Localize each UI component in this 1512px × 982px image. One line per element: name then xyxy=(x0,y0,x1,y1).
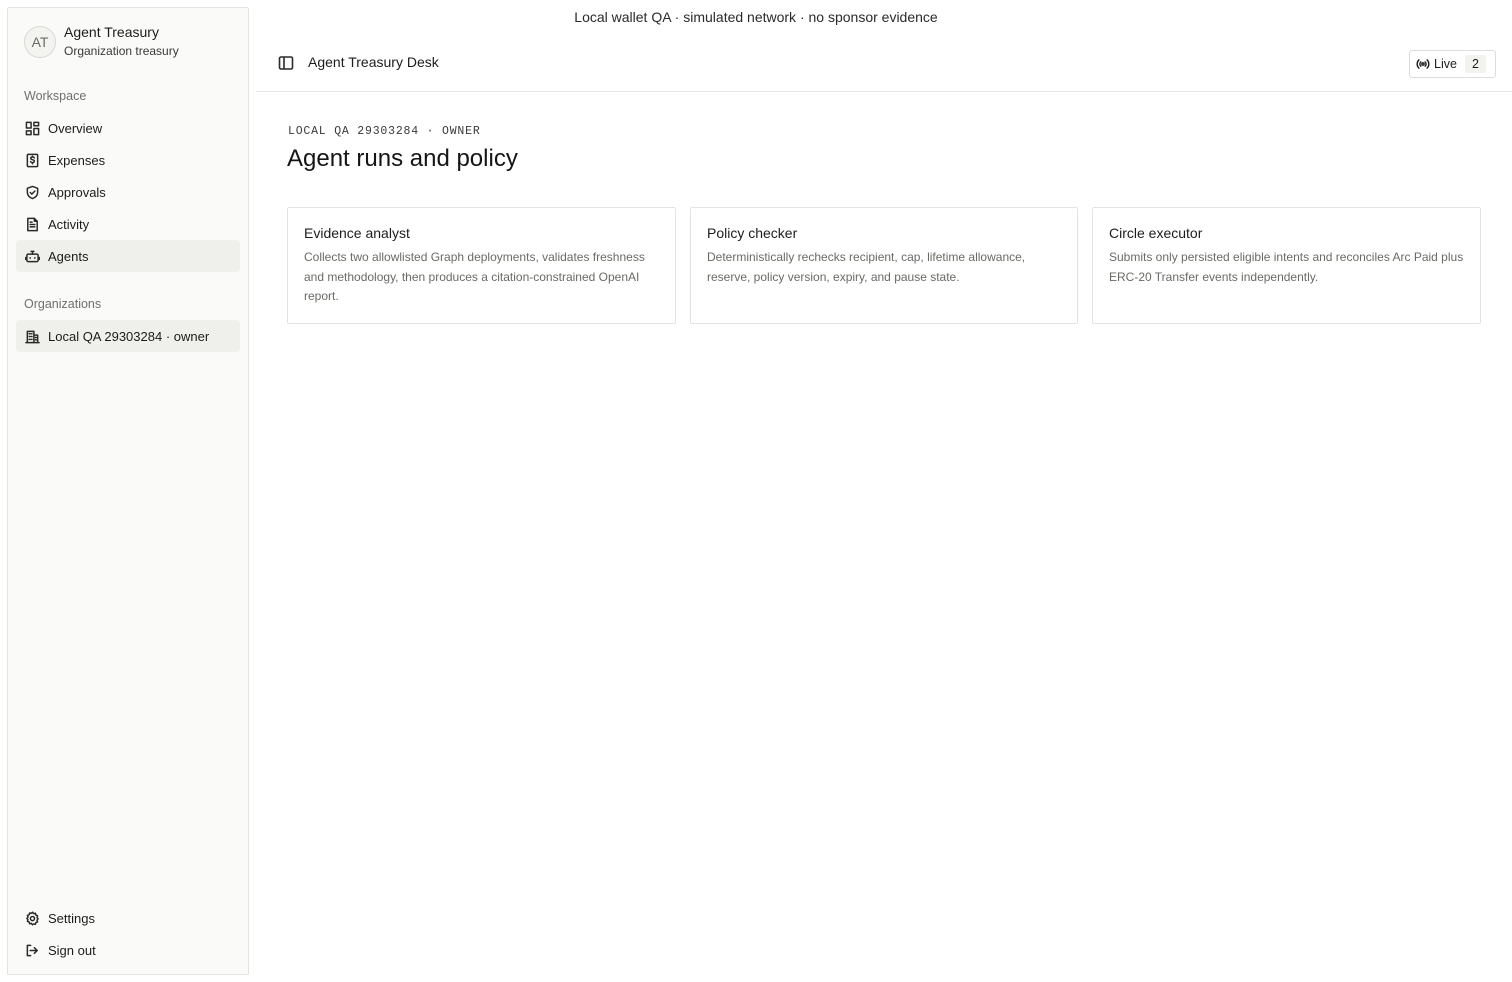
sidebar-item-label: Approvals xyxy=(48,184,106,200)
agent-card-policy-checker: Policy checker Deterministically recheck… xyxy=(690,207,1078,324)
live-count-badge: 2 xyxy=(1464,55,1486,73)
sidebar-item-label: Settings xyxy=(48,910,95,926)
top-bar: Agent Treasury Desk Live 2 xyxy=(256,34,1512,92)
brand-name: Agent Treasury xyxy=(64,24,159,40)
sidebar-item-settings[interactable]: Settings xyxy=(16,902,240,934)
sidebar-item-signout[interactable]: Sign out xyxy=(16,934,240,966)
sidebar-item-label: Activity xyxy=(48,216,90,232)
card-title: Evidence analyst xyxy=(304,225,410,241)
sign-out-icon xyxy=(24,942,40,958)
sidebar-item-label: Agents xyxy=(48,248,89,264)
brand-subtitle: Organization treasury xyxy=(64,44,179,58)
card-body: Submits only persisted eligible intents … xyxy=(1109,250,1464,284)
avatar: AT xyxy=(24,25,56,58)
sidebar-item-label: Local QA 29303284 · owner xyxy=(48,328,210,344)
sidebar-toggle-icon[interactable] xyxy=(278,55,294,71)
sidebar-item-overview[interactable]: Overview xyxy=(16,112,240,144)
bot-icon xyxy=(24,248,40,264)
gear-icon xyxy=(24,910,40,926)
building-icon xyxy=(24,328,40,344)
organizations-label: Organizations xyxy=(24,297,102,311)
card-title: Policy checker xyxy=(707,225,798,241)
card-body: Collects two allowlisted Graph deploymen… xyxy=(304,250,645,303)
org-eyebrow: LOCAL QA 29303284 · OWNER xyxy=(288,125,481,138)
sidebar-item-label: Overview xyxy=(48,120,103,136)
sidebar-item-organization[interactable]: Local QA 29303284 · owner xyxy=(16,320,240,352)
brand-text: Agent Treasury Organization treasury xyxy=(64,24,179,59)
sidebar: AT Agent Treasury Organization treasury … xyxy=(7,7,249,975)
shield-check-icon xyxy=(24,184,40,200)
brand[interactable]: AT Agent Treasury Organization treasury xyxy=(24,24,179,59)
sidebar-item-agents[interactable]: Agents xyxy=(16,240,240,272)
dollar-receipt-icon xyxy=(24,152,40,168)
live-label: Live xyxy=(1434,57,1457,71)
dashboard-icon xyxy=(24,120,40,136)
sidebar-item-expenses[interactable]: Expenses xyxy=(16,144,240,176)
card-title: Circle executor xyxy=(1109,225,1203,241)
broadcast-icon xyxy=(1416,59,1430,69)
live-button[interactable]: Live 2 xyxy=(1409,50,1496,78)
desk-title: Agent Treasury Desk xyxy=(308,54,439,70)
card-body: Deterministically rechecks recipient, ca… xyxy=(707,250,1026,284)
workspace-label: Workspace xyxy=(24,89,87,103)
document-icon xyxy=(24,216,40,232)
sidebar-item-label: Expenses xyxy=(48,152,106,168)
sidebar-item-approvals[interactable]: Approvals xyxy=(16,176,240,208)
sidebar-item-activity[interactable]: Activity xyxy=(16,208,240,240)
agent-card-evidence-analyst: Evidence analyst Collects two allowliste… xyxy=(287,207,676,324)
page-title: Agent runs and policy xyxy=(287,145,518,172)
agent-card-circle-executor: Circle executor Submits only persisted e… xyxy=(1092,207,1481,324)
sidebar-item-label: Sign out xyxy=(48,942,96,958)
